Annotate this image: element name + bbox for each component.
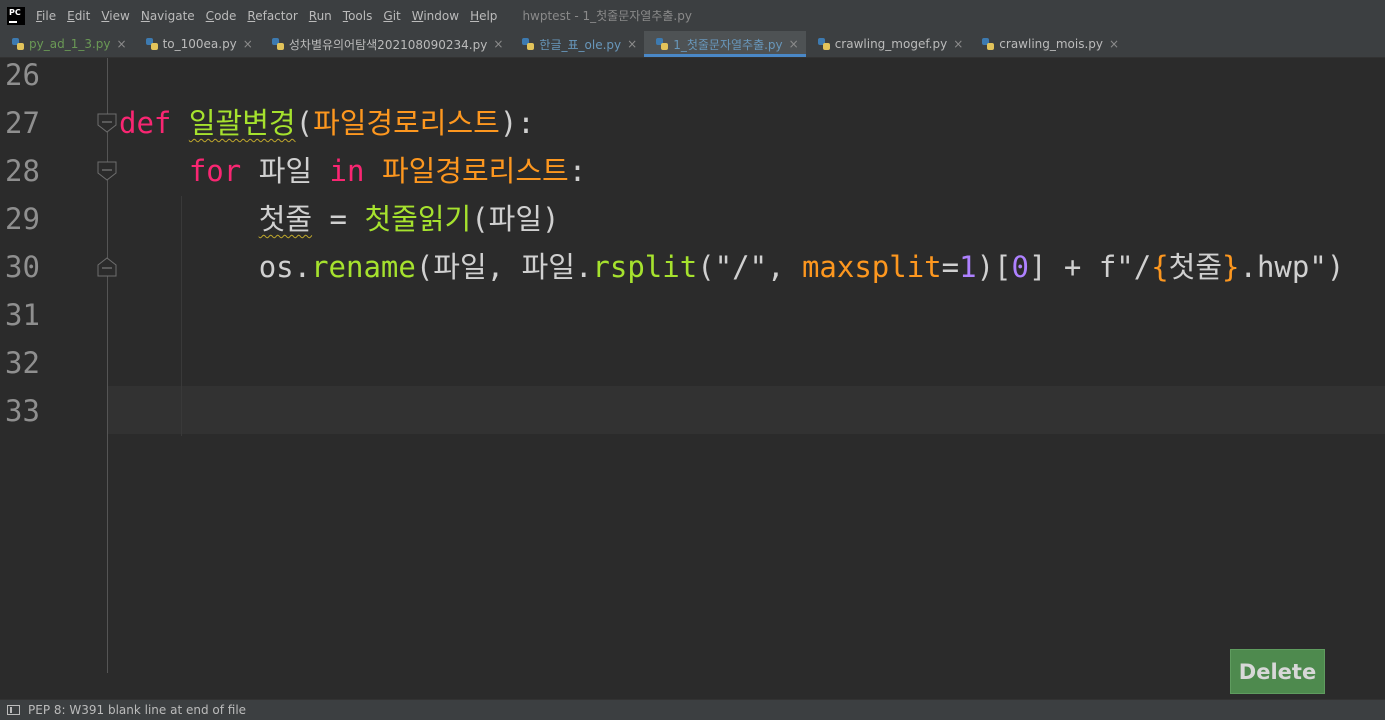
tab-first-line-extract[interactable]: 1_첫줄문자열추출.py × <box>644 31 806 57</box>
menu-git[interactable]: Git <box>383 9 400 23</box>
close-icon[interactable]: × <box>789 37 799 51</box>
code-text: os.rename(파일, 파일.rsplit("/", maxsplit=1)… <box>258 250 1345 284</box>
tab-label: crawling_mois.py <box>999 37 1104 51</box>
code-line: 29 첫줄 = 첫줄읽기(파일) <box>0 195 1385 243</box>
line-number: 26 <box>5 58 40 92</box>
menu-navigate[interactable]: Navigate <box>141 9 195 23</box>
code-text: 첫줄 = 첫줄읽기(파일) <box>258 202 560 236</box>
close-icon[interactable]: × <box>117 37 127 51</box>
delete-button[interactable]: Delete <box>1230 649 1325 694</box>
code-line: 30 os.rename(파일, 파일.rsplit("/", maxsplit… <box>0 243 1385 291</box>
code-line: 31 <box>0 291 1385 339</box>
line-number: 33 <box>5 394 40 428</box>
tab-to-100ea[interactable]: to_100ea.py × <box>134 31 260 57</box>
python-file-icon <box>981 37 995 51</box>
code-line: 28 for 파일 in 파일경로리스트: <box>0 147 1385 195</box>
code-text: for 파일 in 파일경로리스트: <box>188 154 587 188</box>
close-icon[interactable]: × <box>1109 37 1119 51</box>
tab-label: 한글_표_ole.py <box>539 37 622 52</box>
tab-gender-synonym-search[interactable]: 성차별유의어탐색202108090234.py × <box>260 31 511 57</box>
menu-window[interactable]: Window <box>412 9 459 23</box>
code-line: 32 <box>0 339 1385 387</box>
tab-crawling-mois[interactable]: crawling_mois.py × <box>970 31 1126 57</box>
code-line: 33 <box>0 387 1385 435</box>
fold-collapse-icon[interactable] <box>97 161 117 181</box>
tab-label: to_100ea.py <box>162 37 237 51</box>
code-line: 26 <box>0 58 1385 99</box>
python-file-icon <box>817 37 831 51</box>
python-file-icon <box>271 37 285 51</box>
menu-code[interactable]: Code <box>206 9 237 23</box>
toggle-tool-windows-icon[interactable] <box>7 705 20 715</box>
close-icon[interactable]: × <box>627 37 637 51</box>
line-number: 30 <box>5 250 40 284</box>
code-line: 27 def 일괄변경(파일경로리스트): <box>0 99 1385 147</box>
python-file-icon <box>145 37 159 51</box>
pycharm-logo-icon: PC <box>7 6 25 25</box>
menu-run[interactable]: Run <box>309 9 332 23</box>
tab-py-ad-1-3[interactable]: py_ad_1_3.py × <box>0 31 134 57</box>
tab-hangul-table-ole[interactable]: 한글_표_ole.py × <box>510 31 644 57</box>
menu-bar: PC File Edit View Navigate Code Refactor… <box>0 0 1385 31</box>
line-number: 31 <box>5 298 40 332</box>
python-file-icon <box>11 37 25 51</box>
menu-file[interactable]: File <box>36 9 56 23</box>
tab-label: 성차별유의어탐색202108090234.py <box>288 37 488 52</box>
tab-label: crawling_mogef.py <box>834 37 948 51</box>
fold-collapse-icon[interactable] <box>97 113 117 133</box>
line-number: 32 <box>5 346 40 380</box>
menu-edit[interactable]: Edit <box>67 9 90 23</box>
close-icon[interactable]: × <box>243 37 253 51</box>
code-editor[interactable]: 26 27 def 일괄변경(파일경로리스트): 28 for 파일 in 파일… <box>0 58 1385 699</box>
tab-crawling-mogef[interactable]: crawling_mogef.py × <box>806 31 971 57</box>
editor-tab-bar: py_ad_1_3.py × to_100ea.py × 성차별유의어탐색202… <box>0 31 1385 58</box>
line-number: 29 <box>5 202 40 236</box>
window-title: hwptest - 1_첫줄문자열추출.py <box>522 9 692 23</box>
python-file-icon <box>655 37 669 51</box>
menu-help[interactable]: Help <box>470 9 497 23</box>
menu-view[interactable]: View <box>101 9 129 23</box>
status-bar: PEP 8: W391 blank line at end of file <box>0 699 1385 720</box>
close-icon[interactable]: × <box>953 37 963 51</box>
fold-end-icon[interactable] <box>97 257 117 277</box>
python-file-icon <box>521 37 535 51</box>
status-message: PEP 8: W391 blank line at end of file <box>28 703 247 717</box>
menu-tools[interactable]: Tools <box>343 9 373 23</box>
tab-label: py_ad_1_3.py <box>29 37 111 51</box>
code-text: def 일괄변경(파일경로리스트): <box>119 106 535 140</box>
tab-label: 1_첫줄문자열추출.py <box>673 37 783 52</box>
menu-refactor[interactable]: Refactor <box>247 9 297 23</box>
close-icon[interactable]: × <box>493 37 503 51</box>
line-number: 28 <box>5 154 40 188</box>
line-number: 27 <box>5 106 40 140</box>
